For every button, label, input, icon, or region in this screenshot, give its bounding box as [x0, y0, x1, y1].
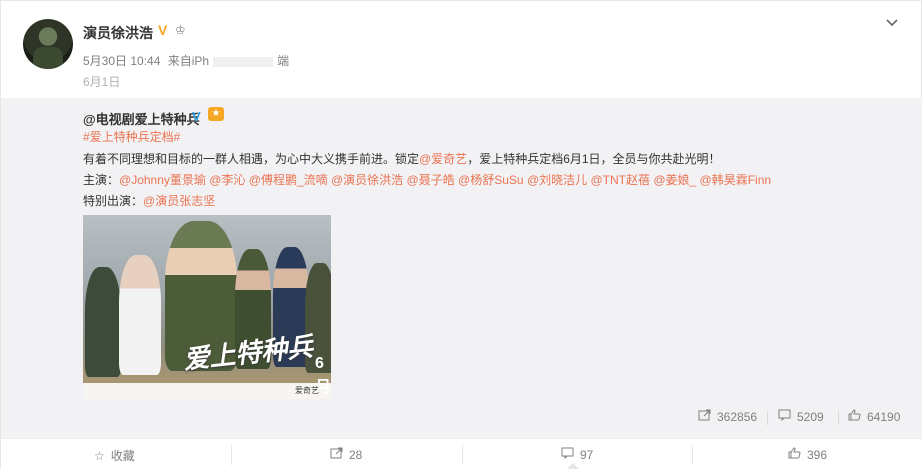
thumbs-up-icon	[848, 409, 861, 424]
body-text: ，爱上特种兵定档6月1日，全员与你共赴光明！	[467, 152, 721, 166]
chevron-down-icon[interactable]	[885, 15, 899, 31]
comment-count: 5209	[797, 410, 824, 424]
poster-image[interactable]: 爱上特种兵 6月 爱奇艺	[83, 215, 331, 399]
special-label: 特别出演：	[83, 194, 144, 208]
repost-body: 有着不同理想和目标的一群人相遇，为心中大义携手前进。锁定@爱奇艺，爱上特种兵定档…	[83, 150, 721, 167]
repost-forward-stat[interactable]: 362856	[698, 409, 757, 424]
divider	[692, 445, 693, 465]
favorite-button[interactable]: ☆ 收藏	[94, 447, 135, 464]
special-line: 特别出演：@演员张志坚	[83, 192, 215, 209]
repost-comment-stat[interactable]: 5209	[778, 409, 824, 424]
poster-figure	[119, 255, 161, 375]
mention-link[interactable]: @演员徐洪浩	[331, 173, 403, 187]
forward-button[interactable]: 28	[330, 447, 362, 462]
mention-link[interactable]: @刘晓洁儿	[527, 173, 587, 187]
share-icon	[330, 447, 343, 462]
comment-icon	[778, 409, 791, 424]
comment-count: 97	[580, 448, 594, 462]
post-time[interactable]: 5月30日 10:44	[83, 54, 160, 68]
cast-line: 主演：@Johnny董景瑜 @李沁 @傅程鹏_流嘀 @演员徐洪浩 @聂子皓 @杨…	[83, 171, 771, 188]
mention-link[interactable]: @Johnny董景瑜	[119, 173, 206, 187]
poster-brand: 爱奇艺	[83, 383, 331, 399]
share-icon	[698, 409, 711, 424]
verified-icon: V	[192, 109, 201, 124]
mention-link[interactable]: @傅程鹏_流嘀	[249, 173, 328, 187]
divider	[462, 445, 463, 465]
weibo-card: 演员徐洪浩 V ♔ 5月30日 10:44 来自iPh 端 6月1日 @电视剧爱上…	[0, 0, 922, 470]
divider	[838, 411, 839, 425]
forward-count: 362856	[717, 410, 758, 424]
repost-like-stat[interactable]: 64190	[848, 409, 900, 424]
mention-link[interactable]: @TNT赵蓓	[590, 173, 650, 187]
post-meta: 5月30日 10:44 来自iPh 端	[83, 52, 293, 69]
mention-link[interactable]: @韩昊霖Finn	[700, 173, 772, 187]
source-prefix: 来自	[167, 54, 192, 68]
mention-link[interactable]: @杨舒SuSu	[458, 173, 524, 187]
active-indicator	[567, 463, 579, 469]
divider	[231, 445, 232, 465]
like-button[interactable]: 396	[788, 447, 827, 462]
source-suffix: 端	[277, 54, 290, 68]
hashtag-link[interactable]: #爱上特种兵定档#	[83, 128, 180, 145]
post-text: 6月1日	[83, 75, 121, 89]
comment-button[interactable]: 97	[561, 447, 593, 462]
thumbs-up-icon	[788, 447, 801, 462]
verified-icon: V	[158, 22, 168, 38]
avatar[interactable]	[23, 19, 73, 69]
poster-figure	[85, 267, 121, 377]
body-text: 有着不同理想和目标的一群人相遇，为心中大义携手前进。锁定	[83, 152, 420, 166]
mention-link[interactable]: @聂子皓	[407, 173, 455, 187]
mention-link[interactable]: @李沁	[209, 173, 245, 187]
repost-author[interactable]: @电视剧爱上特种兵	[83, 109, 200, 128]
favorite-label: 收藏	[110, 449, 135, 463]
cast-label: 主演：	[83, 173, 120, 187]
crown-icon: ♔	[175, 23, 186, 37]
comment-icon	[561, 447, 574, 462]
divider	[767, 411, 768, 425]
mention-link[interactable]: @姜娘_	[653, 173, 696, 187]
mention-link[interactable]: @爱奇艺	[419, 152, 467, 166]
like-count: 64190	[867, 410, 901, 424]
star-icon: ☆	[94, 449, 105, 463]
like-count: 396	[807, 448, 828, 462]
vip-icon: ★	[208, 107, 224, 121]
blurred-text	[213, 56, 274, 67]
forward-count: 28	[349, 448, 363, 462]
author-name[interactable]: 演员徐洪浩	[83, 23, 153, 43]
source-device[interactable]: iPh	[192, 54, 209, 68]
mention-link[interactable]: @演员张志坚	[143, 194, 215, 208]
